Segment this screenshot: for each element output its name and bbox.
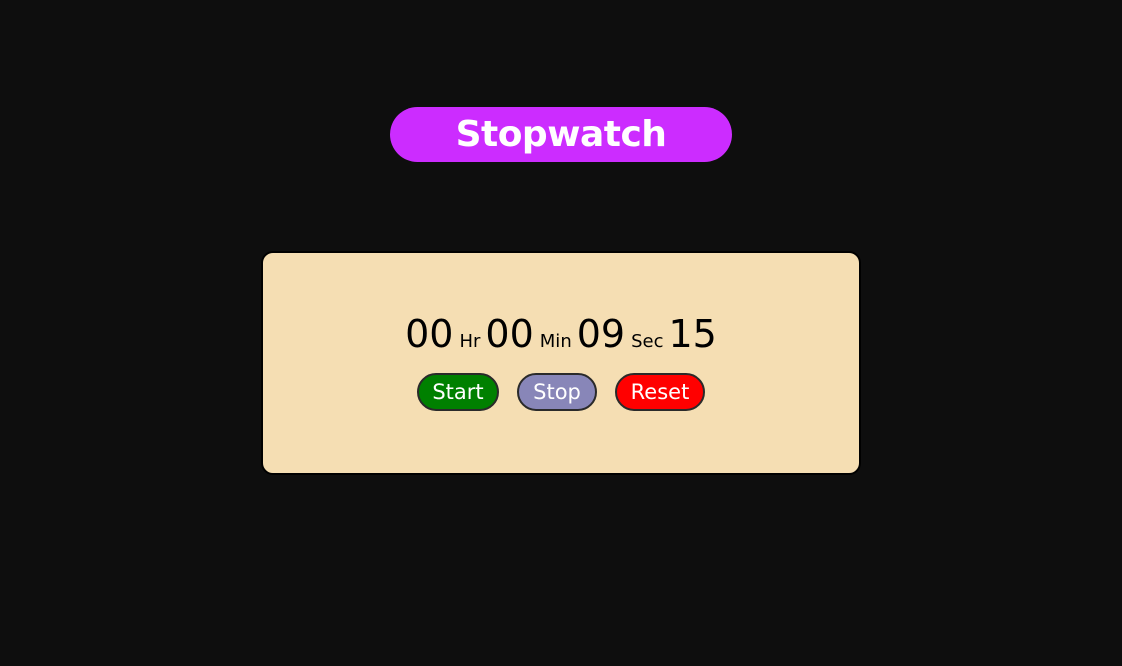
page-title: Stopwatch	[390, 107, 732, 162]
seconds-label: Sec	[631, 331, 664, 352]
time-display: 00 Hr 00 Min 09 Sec 15	[263, 315, 859, 353]
controls-row: Start Stop Reset	[263, 373, 859, 411]
hours-value: 00	[405, 312, 454, 356]
hours-label: Hr	[459, 331, 481, 352]
start-button[interactable]: Start	[417, 373, 499, 411]
minutes-value: 00	[485, 312, 534, 356]
stopwatch-card: 00 Hr 00 Min 09 Sec 15 Start Stop Reset	[261, 251, 861, 475]
centiseconds-value: 15	[668, 312, 717, 356]
seconds-value: 09	[576, 312, 626, 356]
reset-button[interactable]: Reset	[615, 373, 705, 411]
stop-button[interactable]: Stop	[517, 373, 597, 411]
minutes-label: Min	[539, 331, 572, 352]
